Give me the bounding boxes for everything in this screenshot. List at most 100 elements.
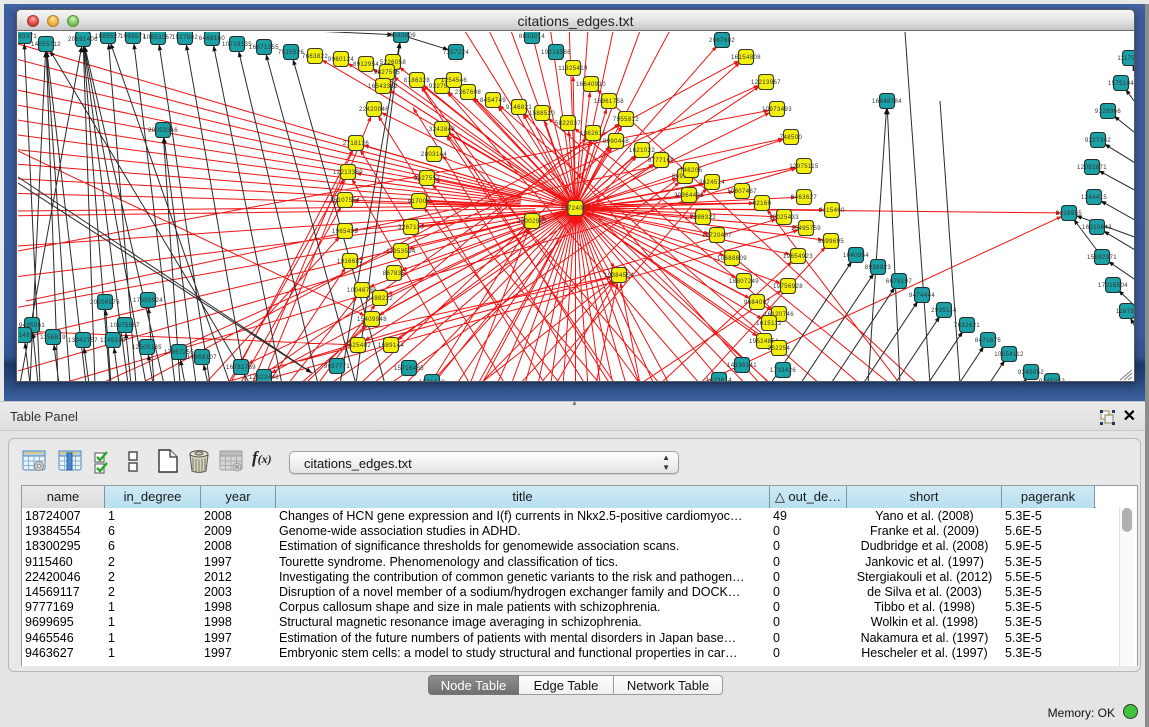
svg-text:9684067: 9684067	[744, 300, 770, 306]
svg-text:3267110: 3267110	[398, 225, 424, 231]
svg-text:867835: 867835	[383, 271, 406, 277]
svg-text:8215955: 8215955	[1056, 211, 1082, 217]
svg-text:13942757: 13942757	[68, 338, 98, 344]
svg-text:9827505: 9827505	[374, 70, 400, 76]
svg-text:1733426: 1733426	[770, 368, 796, 374]
svg-text:9129966: 9129966	[1095, 109, 1121, 115]
svg-text:10975867: 10975867	[110, 323, 140, 329]
svg-text:746206: 746206	[680, 168, 703, 174]
svg-text:12923448: 12923448	[249, 375, 279, 381]
svg-text:16671355: 16671355	[249, 45, 279, 51]
svg-text:3242848: 3242848	[429, 127, 455, 133]
svg-text:19654923: 19654923	[783, 254, 813, 260]
svg-text:1145190: 1145190	[100, 338, 126, 344]
svg-text:16640910: 16640910	[576, 82, 606, 88]
svg-text:16210643: 16210643	[1082, 225, 1112, 231]
svg-text:16782759: 16782759	[226, 365, 256, 371]
svg-text:1640954: 1640954	[843, 253, 869, 259]
svg-text:9227342: 9227342	[1085, 138, 1111, 144]
svg-text:917006: 917006	[408, 199, 431, 205]
svg-text:12505135: 12505135	[132, 345, 162, 351]
svg-text:7663822: 7663822	[302, 54, 328, 60]
svg-text:1413614: 1413614	[706, 378, 732, 382]
svg-text:20053346: 20053346	[148, 128, 178, 134]
svg-text:10654112: 10654112	[994, 352, 1024, 358]
svg-text:12975115: 12975115	[789, 164, 819, 170]
svg-text:9245052: 9245052	[1039, 379, 1065, 382]
svg-text:16107554: 16107554	[330, 198, 360, 204]
svg-text:2935114: 2935114	[931, 308, 957, 314]
svg-text:15495759: 15495759	[791, 226, 821, 232]
svg-text:8498222: 8498222	[367, 296, 393, 302]
svg-text:16033809: 16033809	[386, 33, 416, 39]
svg-text:1117534: 1117534	[1117, 56, 1135, 62]
svg-text:1244415: 1244415	[1081, 195, 1107, 201]
svg-text:11353594: 11353594	[386, 249, 416, 255]
svg-text:12213967: 12213967	[751, 80, 781, 86]
svg-text:7632621: 7632621	[954, 323, 980, 329]
svg-text:10973493: 10973493	[762, 107, 792, 113]
svg-text:252254: 252254	[768, 346, 791, 352]
svg-text:1093371: 1093371	[18, 34, 37, 40]
svg-text:1571648: 1571648	[419, 380, 445, 382]
svg-text:15720407: 15720407	[702, 233, 732, 239]
svg-text:12093871: 12093871	[1077, 165, 1107, 171]
svg-text:116753: 116753	[1116, 309, 1135, 315]
svg-text:2718126: 2718126	[343, 141, 369, 147]
svg-text:12213389: 12213389	[333, 170, 363, 176]
svg-text:19218586: 19218586	[541, 50, 571, 56]
svg-text:9463627: 9463627	[791, 195, 817, 201]
svg-text:16543382: 16543382	[368, 84, 398, 90]
svg-text:19756928: 19756928	[773, 284, 803, 290]
svg-text:6679197: 6679197	[886, 279, 912, 285]
svg-text:7357224: 7357224	[443, 50, 469, 56]
svg-text:14136141: 14136141	[727, 363, 757, 369]
svg-text:1575104: 1575104	[1108, 81, 1134, 87]
svg-text:9427552: 9427552	[414, 176, 440, 182]
svg-text:748500: 748500	[780, 135, 803, 141]
svg-text:9777169: 9777169	[648, 158, 674, 164]
svg-text:8938923: 8938923	[865, 265, 891, 271]
svg-text:9474444: 9474444	[909, 293, 935, 299]
svg-text:7955812: 7955812	[613, 117, 639, 123]
svg-text:11325419: 11325419	[558, 66, 588, 72]
svg-text:15409948: 15409948	[357, 317, 387, 323]
svg-text:15692971: 15692971	[1087, 255, 1117, 261]
svg-text:1689144: 1689144	[378, 343, 404, 349]
svg-text:9960124: 9960124	[328, 57, 354, 63]
svg-text:19384554: 19384554	[604, 273, 634, 279]
svg-text:1362615: 1362615	[580, 131, 606, 137]
svg-text:1254546: 1254546	[441, 78, 467, 84]
svg-text:1621022: 1621022	[629, 148, 655, 154]
svg-text:1615112: 1615112	[756, 321, 782, 327]
svg-text:22420046: 22420046	[359, 107, 389, 113]
svg-text:8454749: 8454749	[480, 98, 506, 104]
svg-text:10958107: 10958107	[187, 355, 217, 361]
svg-text:23002935: 23002935	[517, 219, 547, 225]
svg-text:10025433: 10025433	[769, 215, 799, 221]
svg-text:20364436: 20364436	[674, 193, 704, 199]
svg-text:1588520: 1588520	[529, 111, 555, 117]
svg-text:2803144: 2803144	[421, 152, 447, 158]
svg-text:20206576: 20206576	[90, 300, 120, 306]
svg-text:16961758: 16961758	[594, 99, 624, 105]
svg-text:20691406: 20691406	[68, 37, 98, 43]
svg-text:62160: 62160	[753, 201, 772, 207]
svg-text:10853267: 10853267	[143, 35, 173, 41]
svg-text:10719135: 10719135	[222, 42, 252, 48]
svg-text:18724007: 18724007	[561, 206, 591, 212]
svg-text:3624514: 3624514	[699, 180, 725, 186]
svg-text:7986322: 7986322	[690, 215, 716, 221]
svg-text:3914911: 3914911	[18, 333, 37, 339]
svg-text:16648784: 16648784	[872, 99, 902, 105]
svg-text:10688609: 10688609	[717, 256, 747, 262]
svg-text:16154808: 16154808	[731, 55, 761, 61]
svg-text:14055712: 14055712	[31, 42, 61, 48]
svg-text:2367608: 2367608	[455, 90, 481, 96]
svg-text:8912954: 8912954	[353, 62, 379, 68]
svg-text:1965492: 1965492	[332, 229, 358, 235]
svg-text:17016504: 17016504	[1098, 283, 1128, 289]
svg-text:1085527: 1085527	[95, 34, 121, 40]
svg-text:2087682: 2087682	[709, 38, 735, 44]
svg-text:9245052: 9245052	[1018, 370, 1044, 376]
